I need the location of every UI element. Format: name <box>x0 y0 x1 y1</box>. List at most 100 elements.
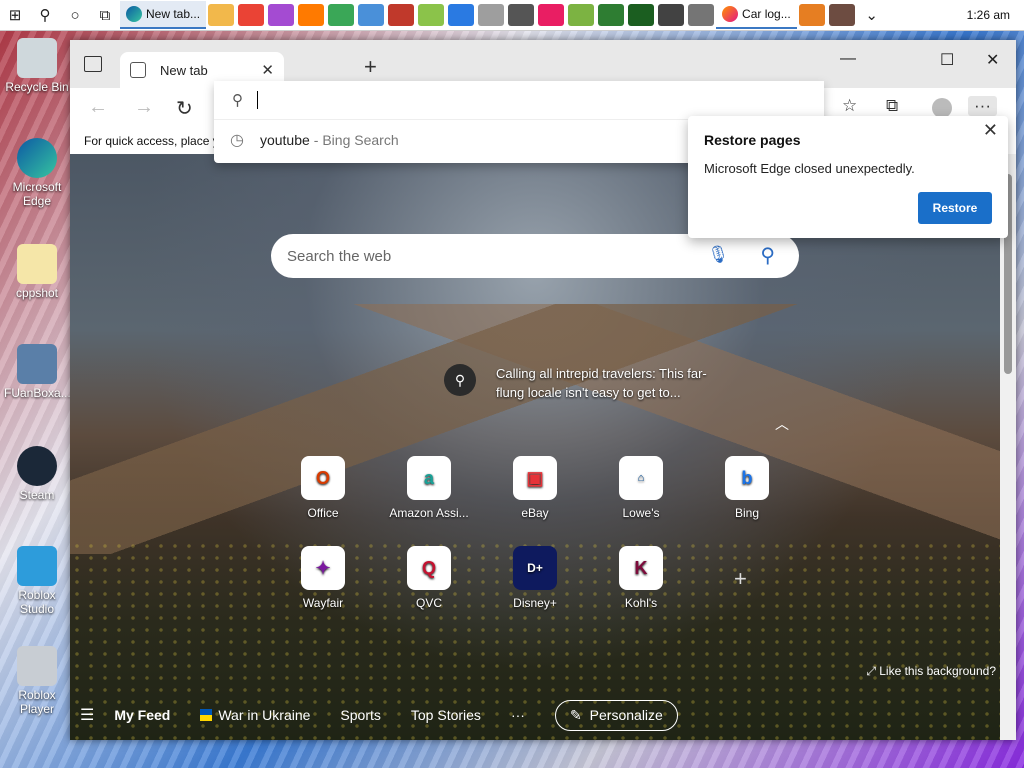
app-icon[interactable] <box>628 4 655 26</box>
desktop-icon-edge[interactable]: Microsoft Edge <box>4 138 70 208</box>
quick-link-office[interactable]: O Office <box>283 456 363 520</box>
collections-icon[interactable]: ⧉ <box>886 96 898 116</box>
app-icon[interactable] <box>478 4 505 26</box>
forward-icon[interactable]: → <box>134 96 154 119</box>
cortana-icon[interactable]: ○ <box>60 0 90 30</box>
address-input[interactable]: ⚲ <box>214 81 824 120</box>
desktop-icon-label: Microsoft Edge <box>12 180 62 208</box>
chevron-up-icon[interactable]: ︿ <box>775 414 789 434</box>
edge-icon <box>126 6 142 22</box>
close-tab-icon[interactable]: ✕ <box>261 61 274 79</box>
quick-link-disney[interactable]: D+ Disney+ <box>495 546 575 610</box>
desktop-icon-recycle-bin[interactable]: Recycle Bin <box>4 38 70 94</box>
app-icon[interactable] <box>538 4 565 26</box>
back-icon[interactable]: ← <box>88 96 108 119</box>
search-icon[interactable]: ⚲ <box>760 243 775 268</box>
quick-link-wayfair[interactable]: ✦ Wayfair <box>283 546 363 610</box>
search-icon[interactable]: ⚲ <box>30 0 60 30</box>
desktop-icon-cppshot[interactable]: cppshot <box>4 244 70 300</box>
suggestion-source: - Bing Search <box>313 132 399 148</box>
app-icon[interactable] <box>358 4 385 26</box>
restore-title: Restore pages <box>704 132 801 148</box>
refresh-icon[interactable]: ↻ <box>176 96 193 121</box>
quick-link-qvc[interactable]: Q QVC <box>389 546 469 610</box>
app-icon[interactable] <box>798 4 825 26</box>
close-window-icon[interactable]: ✕ <box>986 50 999 70</box>
more-options-icon[interactable]: ··· <box>968 96 997 116</box>
background-caption[interactable]: ⚲ Calling all intrepid travelers: This f… <box>444 364 744 402</box>
chrome-icon[interactable] <box>238 4 265 26</box>
pencil-icon: ✎ <box>569 706 582 723</box>
profile-avatar[interactable] <box>932 98 952 118</box>
feed-tab-sports[interactable]: Sports <box>340 707 380 723</box>
scrollbar[interactable] <box>1000 154 1016 740</box>
search-box[interactable]: Search the web 🎙 ⚲ <box>271 234 799 278</box>
taskbar-edge-window[interactable]: New tab... <box>120 1 207 29</box>
microphone-icon[interactable]: 🎙 <box>707 245 729 265</box>
restore-button[interactable]: Restore <box>918 192 992 224</box>
caption-line: Calling all intrepid travelers: This far… <box>496 366 707 381</box>
expand-icon: ⤢ <box>866 664 880 678</box>
restore-message: Microsoft Edge closed unexpectedly. <box>704 161 915 176</box>
clock[interactable]: 1:26 am <box>959 8 1024 22</box>
tab-title: New tab <box>160 62 208 78</box>
minimize-icon[interactable]: — <box>840 50 856 68</box>
search-icon: ⚲ <box>232 92 243 109</box>
taskbar-firefox-window[interactable]: Car log... <box>716 1 797 29</box>
app-icon[interactable] <box>828 4 855 26</box>
personalize-label: Personalize <box>589 707 663 723</box>
quick-link-label: Kohl's <box>624 596 658 610</box>
quick-link-lowes[interactable]: ⌂ Lowe's <box>601 456 681 520</box>
task-view-icon[interactable]: ⧉ <box>90 0 120 30</box>
desktop-icon-label: Steam <box>19 488 55 502</box>
quick-link-bing[interactable]: b Bing <box>707 456 787 520</box>
desktop-icon-roblox-player[interactable]: Roblox Player <box>4 646 70 716</box>
maximize-icon[interactable]: ☐ <box>940 50 954 70</box>
start-icon[interactable]: ⊞ <box>0 0 30 30</box>
feed-tab-ukraine[interactable]: War in Ukraine <box>200 707 310 723</box>
workspaces-icon[interactable] <box>84 56 102 72</box>
desktop-icon-label: Roblox Player <box>18 688 56 716</box>
chevron-up-icon[interactable]: ⌄ <box>857 0 887 30</box>
desktop-icon-roblox-studio[interactable]: Roblox Studio <box>4 546 70 616</box>
quick-link-amazon[interactable]: a Amazon Assi... <box>389 456 469 520</box>
app-icon[interactable] <box>508 4 535 26</box>
app-icon[interactable] <box>298 4 325 26</box>
quick-link-kohls[interactable]: K Kohl's <box>601 546 681 610</box>
app-icon[interactable] <box>688 4 715 26</box>
app-icon[interactable] <box>388 4 415 26</box>
feed-more-icon[interactable]: ··· <box>511 707 525 723</box>
desktop-icon-label: Recycle Bin <box>5 80 69 94</box>
like-background-link[interactable]: ⤢ Like this background? <box>866 664 996 679</box>
file-explorer-icon[interactable] <box>208 4 235 26</box>
bing-icon: b <box>725 456 769 500</box>
app-icon[interactable] <box>268 4 295 26</box>
restore-pages-popup: Restore pages Microsoft Edge closed unex… <box>688 116 1008 238</box>
desktop-icon-steam[interactable]: Steam <box>4 446 70 502</box>
favorites-icon[interactable]: ☆ <box>842 96 857 116</box>
quick-link-label: eBay <box>521 506 549 520</box>
steam-icon <box>17 446 57 486</box>
close-icon[interactable]: ✕ <box>983 120 998 141</box>
app-icon[interactable] <box>448 4 475 26</box>
hamburger-menu-icon[interactable]: ☰ <box>80 705 94 725</box>
add-shortcut-icon[interactable]: + <box>734 566 747 592</box>
caption-text: Calling all intrepid travelers: This far… <box>496 364 707 402</box>
desktop-icon-fuanboxa[interactable]: FUanBoxa... <box>4 344 71 400</box>
personalize-button[interactable]: ✎ Personalize <box>554 699 678 731</box>
feed-tab-my-feed[interactable]: My Feed <box>114 707 170 723</box>
app-icon[interactable] <box>658 4 685 26</box>
app-icon[interactable] <box>598 4 625 26</box>
feed-tab-top-stories[interactable]: Top Stories <box>411 707 481 723</box>
desktop-icon-label: FUanBoxa... <box>4 386 71 400</box>
lowes-icon: ⌂ <box>619 456 663 500</box>
image-file-icon <box>17 344 57 384</box>
app-icon[interactable] <box>418 4 445 26</box>
history-icon: ◷ <box>230 132 244 149</box>
new-tab-plus-icon[interactable]: + <box>364 54 377 80</box>
like-background-label: Like this background? <box>879 664 996 678</box>
app-icon[interactable] <box>328 4 355 26</box>
suggestion-text: youtube <box>259 132 310 148</box>
app-icon[interactable] <box>568 4 595 26</box>
quick-link-ebay[interactable]: ▣ eBay <box>495 456 575 520</box>
